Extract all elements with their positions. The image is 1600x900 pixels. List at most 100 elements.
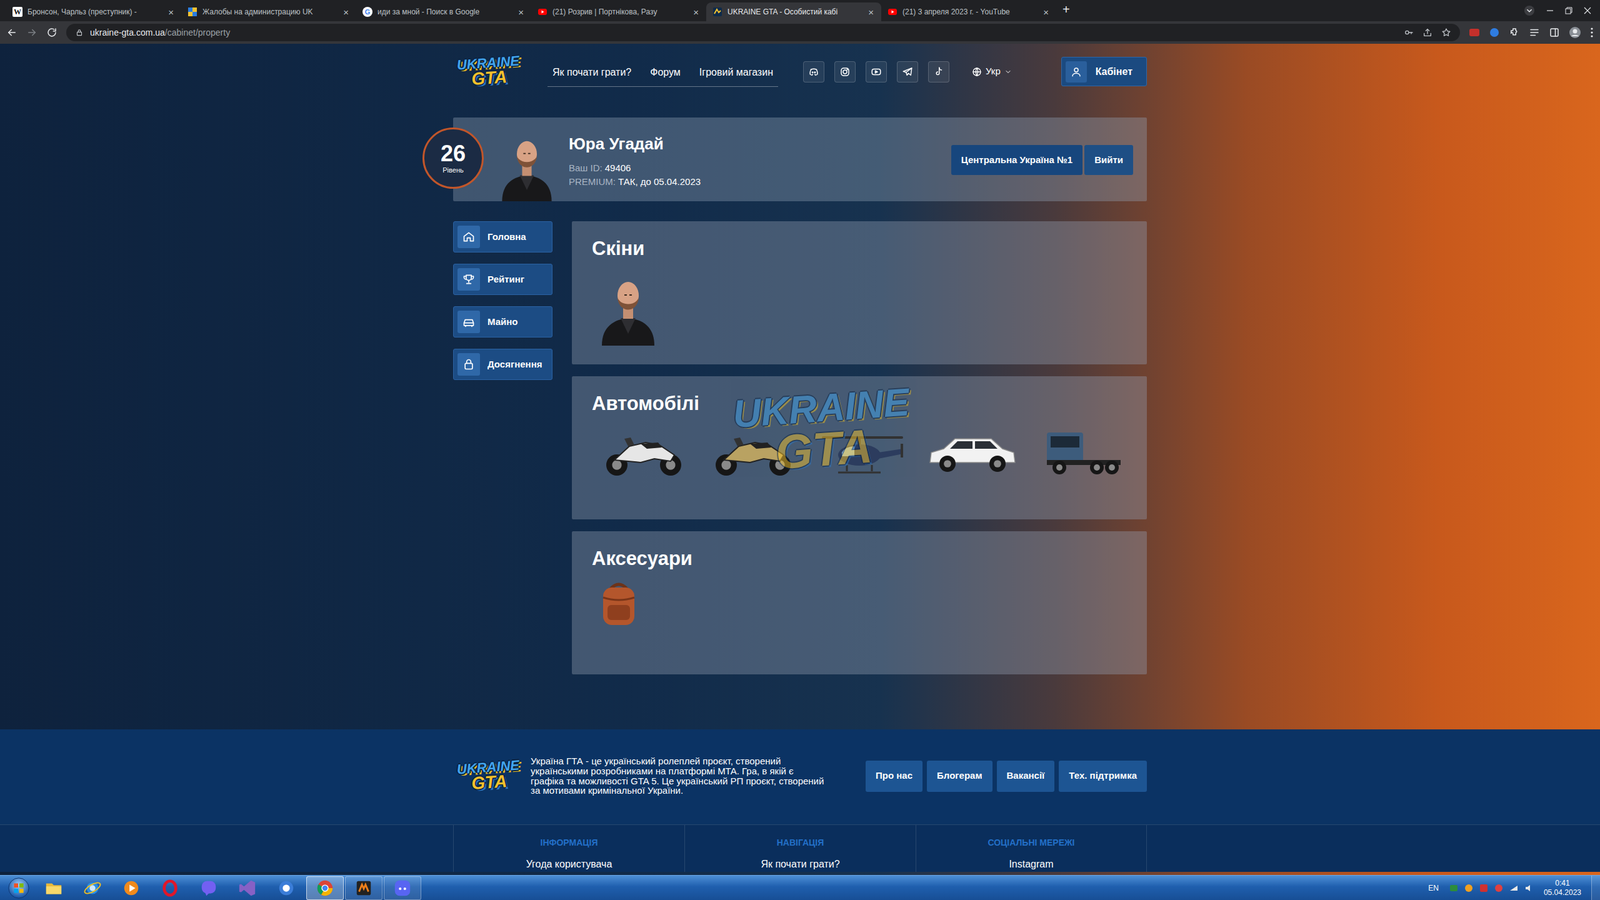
property-section: Аксесуари [571,531,1147,675]
tiktok-icon [933,66,945,78]
skin-icon[interactable] [596,268,660,346]
clock[interactable]: 0:4105.04.2023 [1543,878,1582,898]
tray-icon[interactable] [1478,883,1489,894]
sidebar-label: Рейтинг [487,272,525,287]
tab-close-button[interactable]: × [866,7,875,17]
tab-close-button[interactable]: × [516,7,525,17]
social-button[interactable] [803,61,825,83]
address-bar[interactable]: ukraine-gta.com.ua/cabinet/property [66,23,1460,42]
browser-tab[interactable]: WБронсон, Чарльз (преступник) -× [6,2,182,22]
footer-link[interactable]: Instagram [916,856,1147,872]
taskbar-button[interactable] [112,876,150,900]
id-value: 49406 [605,162,632,174]
discord-icon [393,878,412,898]
show-desktop-button[interactable] [1591,875,1600,900]
extension-icon[interactable] [1488,26,1500,39]
tray-icon[interactable] [1448,883,1459,894]
cabinet-button[interactable]: Кабінет [1061,56,1147,87]
tab-close-button[interactable]: × [166,7,175,17]
tray-icon[interactable] [1463,883,1474,894]
footer-button[interactable]: Тех. підтримка [1058,760,1147,792]
truck-icon[interactable] [1034,423,1129,480]
tray-icon[interactable] [1493,883,1504,894]
section-title: Автомобілі [591,392,1127,415]
reload-icon[interactable] [46,26,58,39]
tab-title: Бронсон, Чарльз (преступник) - [27,6,162,18]
youtube-icon [537,6,548,17]
browser-tab[interactable]: UKRAINE GTA - Особистий кабі× [706,2,882,22]
input-language[interactable]: EN [1428,882,1439,894]
social-button[interactable] [928,61,950,83]
taskbar-button[interactable] [35,876,73,900]
menu-icon[interactable] [1590,26,1594,39]
taskbar: EN 0:4105.04.2023 [0,875,1600,900]
share-icon[interactable] [1422,27,1433,38]
back-icon[interactable] [6,26,18,39]
sidebar-item[interactable]: Рейтинг [453,263,553,295]
start-button[interactable] [2,875,35,900]
taskbar-button[interactable] [228,876,267,900]
sidebar-item[interactable]: Головна [453,221,553,253]
nav-link[interactable]: Як почати грати? [552,65,632,80]
footer-button[interactable]: Вакансії [996,760,1055,792]
taskbar-button[interactable] [190,876,228,900]
taskbar-button[interactable] [345,876,383,900]
taskbar-button[interactable] [383,876,422,900]
social-links [803,61,950,83]
browser-tab[interactable]: (21) 3 апреля 2023 г. - YouTube× [881,2,1057,22]
social-button[interactable] [896,61,919,83]
tray-icon[interactable] [1508,883,1519,894]
tab-close-button[interactable]: × [1041,7,1050,17]
suv-icon[interactable] [925,423,1019,480]
taskbar-button[interactable] [306,876,344,900]
extension-icon[interactable] [1468,26,1480,39]
key-icon[interactable] [1403,27,1414,38]
tray-icon[interactable] [1523,883,1534,894]
tab-search-icon[interactable] [1523,5,1535,17]
address-bar-actions [1403,27,1452,38]
app-icon [276,878,296,898]
minimize-icon[interactable] [1546,6,1554,15]
motorcycle-icon[interactable] [596,423,691,480]
backpack-icon[interactable] [596,578,641,628]
profile-icon[interactable] [1568,26,1582,39]
footer-logo[interactable]: UKRAINEGTA [451,754,526,799]
sidebar-label: Досягнення [487,357,542,372]
logo-text: GTA [470,68,508,89]
browser-tab[interactable]: (21) Розрив | Портнікова, Разу× [531,2,707,22]
nav-link[interactable]: Ігровий магазин [699,65,774,80]
forward-icon[interactable] [26,26,38,39]
taskbar-button[interactable] [151,876,189,900]
helicopter-icon[interactable] [815,423,910,480]
sidebar-item[interactable]: Майно [453,306,553,338]
footer-button[interactable]: Блогерам [926,760,992,792]
tab-close-button[interactable]: × [691,7,700,17]
tab-close-button[interactable]: × [341,7,350,17]
footer-button[interactable]: Про нас [865,760,923,792]
social-button[interactable] [865,61,887,83]
taskbar-button[interactable] [267,876,305,900]
new-tab-button[interactable]: + [1056,3,1077,19]
close-icon[interactable] [1583,6,1592,15]
site-logo[interactable]: UKRAINEGTA [451,50,526,94]
browser-tab[interactable]: Gиди за мной - Поиск в Google× [356,2,532,22]
side-panel-icon[interactable] [1548,26,1560,39]
instagram-icon [839,66,851,78]
server-button[interactable]: Центральна Україна №1 [951,145,1083,175]
url-text: ukraine-gta.com.ua/cabinet/property [90,26,230,40]
language-label: Укр [985,64,1001,79]
language-selector[interactable]: Укр [971,64,1012,79]
reading-list-icon[interactable] [1528,26,1540,39]
social-button[interactable] [834,61,856,83]
sidebar-item[interactable]: Досягнення [453,348,553,380]
taskbar-button[interactable] [73,876,112,900]
extensions-puzzle-icon[interactable] [1508,26,1520,39]
footer-link[interactable]: Як почати грати? [685,856,916,872]
restore-icon[interactable] [1565,6,1573,15]
nav-link[interactable]: Форум [650,65,681,80]
browser-tab[interactable]: Жалобы на администрацию UK× [181,2,357,22]
footer-link[interactable]: Угода користувача [453,856,685,872]
logout-button[interactable]: Вийти [1084,145,1134,175]
star-icon[interactable] [1441,27,1452,38]
motorcycle-icon[interactable] [706,423,800,480]
